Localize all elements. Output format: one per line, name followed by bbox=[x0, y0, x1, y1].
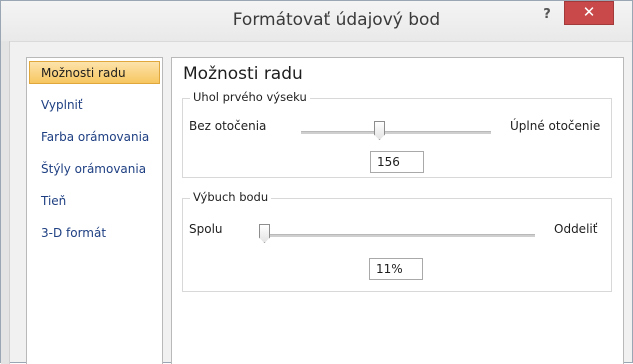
explosion-group-label: Výbuch bodu bbox=[190, 190, 272, 204]
sidebar-item-series-options[interactable]: Možnosti radu bbox=[29, 61, 160, 84]
close-button[interactable]: ✕ bbox=[564, 1, 614, 25]
angle-slider-track[interactable] bbox=[301, 131, 491, 134]
title-bar[interactable]: Formátovať údajový bod ? ✕ bbox=[1, 1, 632, 42]
close-icon: ✕ bbox=[582, 3, 596, 21]
angle-value-input[interactable]: 156 bbox=[370, 151, 424, 173]
panel-title: Možnosti radu bbox=[183, 64, 303, 84]
explosion-max-label: Oddeliť bbox=[554, 222, 598, 236]
format-data-point-dialog: Formátovať údajový bod ? ✕ Možnosti radu… bbox=[0, 0, 633, 364]
explosion-slider-track[interactable] bbox=[259, 234, 535, 237]
sidebar-item-border-styles[interactable]: Štýly orámovania bbox=[29, 157, 160, 180]
window-edge bbox=[1, 41, 10, 364]
category-sidebar: Možnosti radu Vyplniť Farba orámovania Š… bbox=[26, 57, 163, 364]
sidebar-item-3d-format[interactable]: 3-D formát bbox=[29, 221, 160, 244]
angle-max-label: Úplné otočenie bbox=[510, 119, 601, 133]
angle-slider-thumb[interactable] bbox=[374, 121, 385, 140]
explosion-value-input[interactable]: 11% bbox=[369, 258, 423, 280]
explosion-group: Výbuch bodu Spolu Oddeliť 11% bbox=[182, 190, 612, 292]
explosion-slider-thumb[interactable] bbox=[259, 224, 270, 243]
angle-group: Uhol prvého výseku Bez otočenia Úplné ot… bbox=[182, 90, 612, 178]
help-button[interactable]: ? bbox=[534, 4, 560, 26]
angle-min-label: Bez otočenia bbox=[189, 119, 267, 133]
sidebar-item-border-color[interactable]: Farba orámovania bbox=[29, 125, 160, 148]
options-panel: Možnosti radu Uhol prvého výseku Bez oto… bbox=[171, 57, 624, 364]
angle-group-label: Uhol prvého výseku bbox=[190, 90, 310, 104]
sidebar-item-fill[interactable]: Vyplniť bbox=[29, 93, 160, 116]
sidebar-item-shadow[interactable]: Tieň bbox=[29, 189, 160, 212]
explosion-min-label: Spolu bbox=[189, 222, 223, 236]
